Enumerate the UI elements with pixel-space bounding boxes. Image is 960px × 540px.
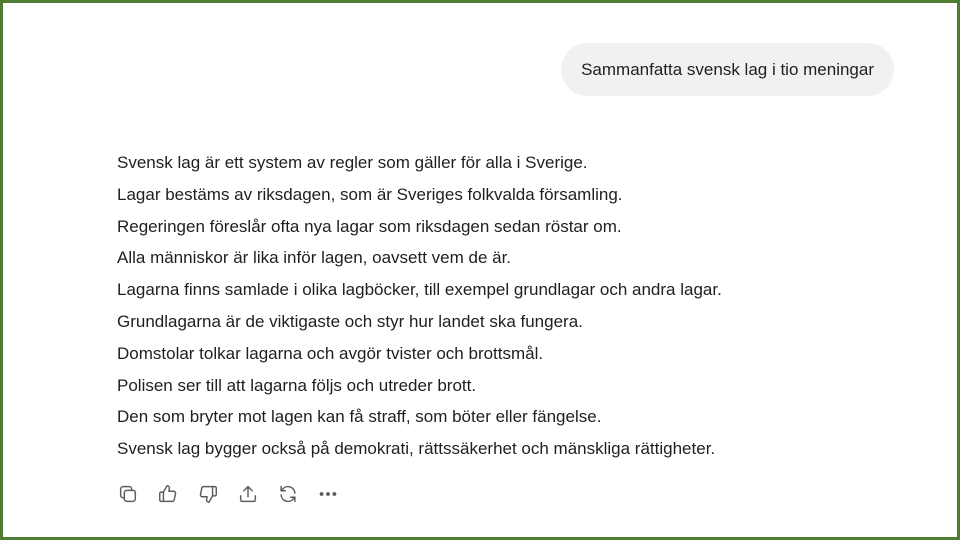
- assistant-sentence: Domstolar tolkar lagarna och avgör tvist…: [117, 343, 544, 363]
- user-message-text: Sammanfatta svensk lag i tio meningar: [581, 59, 874, 79]
- good-response-button[interactable]: [157, 481, 197, 507]
- regenerate-icon: [280, 485, 296, 503]
- copy-button[interactable]: [117, 481, 157, 507]
- more-icon: [319, 492, 337, 496]
- assistant-sentence: Svensk lag är ett system av regler som g…: [117, 153, 588, 172]
- regenerate-button[interactable]: [277, 481, 317, 507]
- assistant-sentence: Lagarna finns samlade i olika lagböcker,…: [117, 280, 722, 300]
- assistant-sentence: Regeringen föreslår ofta nya lagar som r…: [117, 216, 622, 236]
- assistant-sentence: Den som bryter mot lagen kan få straff, …: [117, 407, 602, 427]
- share-icon: [239, 485, 257, 503]
- assistant-sentence: Lagar bestäms av riksdagen, som är Sveri…: [117, 184, 623, 204]
- copy-icon: [119, 485, 137, 503]
- assistant-sentence: Alla människor är lika inför lagen, oavs…: [117, 248, 512, 268]
- message-actions-bar: [117, 481, 357, 507]
- thumbs-up-icon: [159, 485, 177, 503]
- assistant-sentence: Svensk lag bygger också på demokrati, rä…: [117, 439, 716, 459]
- thumbs-down-icon: [199, 485, 217, 503]
- chat-thread: Sammanfatta svensk lag i tio meningar Sv…: [3, 3, 957, 537]
- bad-response-button[interactable]: [197, 481, 237, 507]
- user-message-bubble: Sammanfatta svensk lag i tio meningar: [561, 43, 894, 96]
- more-options-button[interactable]: [317, 481, 357, 507]
- assistant-message: Svensk lag är ett system av regler som g…: [117, 147, 877, 465]
- assistant-sentence: Grundlagarna är de viktigaste och styr h…: [117, 311, 583, 331]
- assistant-sentence: Polisen ser till att lagarna följs och u…: [117, 375, 477, 395]
- share-button[interactable]: [237, 481, 277, 507]
